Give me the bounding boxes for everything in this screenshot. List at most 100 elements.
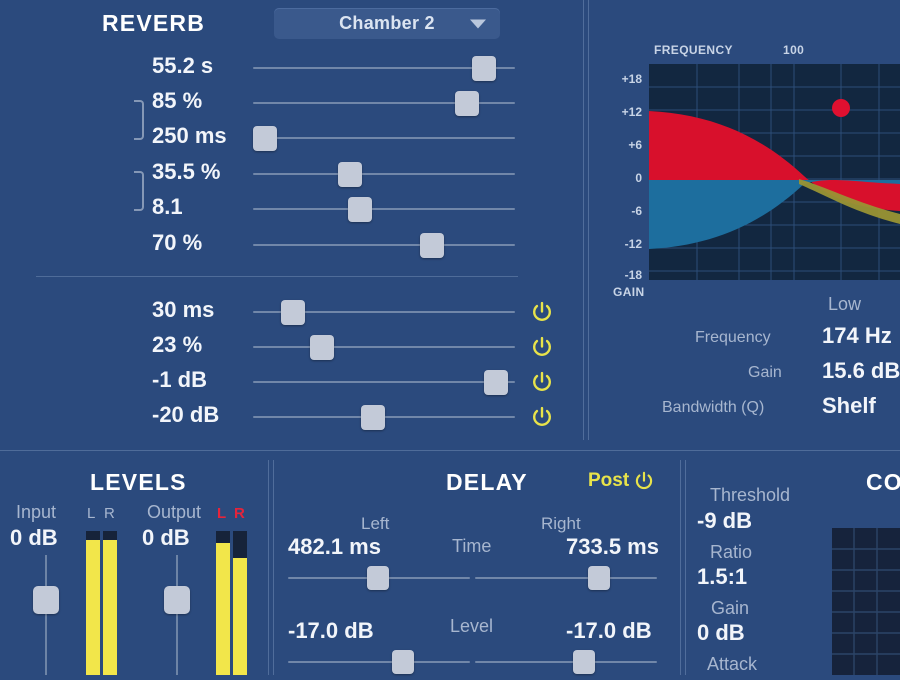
eq-gain-tick: +12	[621, 105, 642, 119]
param-slider-track[interactable]	[253, 137, 515, 139]
output-meter-label-l: L	[217, 505, 227, 522]
main-horizontal-divider	[0, 450, 900, 451]
eq-param-value[interactable]: Shelf	[822, 393, 876, 419]
link-bracket-moddepth-modrate[interactable]	[134, 171, 144, 211]
eq-param-label: Frequency	[695, 329, 771, 346]
param-slider-knob[interactable]	[472, 56, 496, 81]
levels-delay-vertical-divider-2	[273, 460, 274, 675]
param-slider-track[interactable]	[253, 346, 515, 348]
param-slider-knob[interactable]	[348, 197, 372, 222]
comp-value-threshold[interactable]: -9 dB	[697, 508, 752, 534]
param-value: 55.2 s	[152, 53, 214, 78]
delay-time-right-track[interactable]	[475, 577, 657, 579]
delay-level-left-knob[interactable]	[392, 650, 414, 674]
eq-gain-tick: +18	[621, 72, 642, 86]
input-meter-cap-l	[86, 531, 100, 540]
comp-value-gain[interactable]: 0 dB	[697, 620, 745, 646]
input-meter-label-l: L	[87, 505, 96, 522]
reverb-preset-dropdown[interactable]: Chamber 2	[274, 8, 500, 39]
param-value: 250 ms	[152, 123, 227, 148]
input-fader-track[interactable]	[45, 555, 47, 675]
reverb-eq-vertical-divider	[583, 0, 584, 440]
delay-row-label-time: Time	[452, 536, 492, 556]
eq-curve-svg	[649, 64, 900, 280]
power-icon[interactable]	[634, 471, 654, 491]
comp-value-ratio[interactable]: 1.5:1	[697, 564, 747, 590]
delay-level-left-value[interactable]: -17.0 dB	[288, 618, 374, 644]
compressor-graph[interactable]	[832, 528, 900, 675]
eq-frequency-axis-label: FREQUENCY	[654, 43, 733, 57]
eq-gain-tick: -18	[624, 268, 642, 282]
levels-input-value[interactable]: 0 dB	[10, 525, 58, 551]
eq-gain-tick: -6	[631, 204, 642, 218]
param-slider-knob[interactable]	[361, 405, 385, 430]
param-value: -1 dB	[152, 367, 207, 392]
output-meter-l	[216, 543, 230, 675]
param-slider-track[interactable]	[253, 208, 515, 210]
param-value: 70 %	[152, 230, 203, 255]
reverb-param-row: Decay Time 55.2 s	[0, 53, 580, 83]
delay-level-right-knob[interactable]	[573, 650, 595, 674]
param-slider-track[interactable]	[253, 381, 515, 383]
delay-level-right-track[interactable]	[475, 661, 657, 663]
delay-post-toggle[interactable]: Post	[588, 470, 654, 492]
param-slider-knob[interactable]	[338, 162, 362, 187]
param-slider-knob[interactable]	[484, 370, 508, 395]
output-fader-track[interactable]	[176, 555, 178, 675]
reverb-param-row: Glide Rate 250 ms	[0, 123, 580, 153]
param-slider-track[interactable]	[253, 173, 515, 175]
power-icon[interactable]	[531, 336, 553, 358]
param-slider-knob[interactable]	[455, 91, 479, 116]
reverb-param-row: Predelay 30 ms	[0, 297, 580, 327]
eq-gain-tick: -12	[624, 237, 642, 251]
param-value: -20 dB	[152, 402, 220, 427]
param-slider-knob[interactable]	[420, 233, 444, 258]
eq-param-label: Bandwidth (Q)	[662, 399, 765, 416]
output-meter-cap-l	[216, 531, 230, 543]
link-bracket-roomsize-glide[interactable]	[134, 100, 144, 140]
input-meter-cap-r	[103, 531, 117, 540]
param-slider-knob[interactable]	[310, 335, 334, 360]
input-fader-knob[interactable]	[33, 586, 59, 614]
delay-column-right: Right	[541, 514, 581, 533]
compressor-title: CO	[866, 469, 900, 495]
param-slider-knob[interactable]	[281, 300, 305, 325]
delay-time-left-knob[interactable]	[367, 566, 389, 590]
delay-level-left-track[interactable]	[288, 661, 470, 663]
levels-output-value[interactable]: 0 dB	[142, 525, 190, 551]
power-icon[interactable]	[531, 371, 553, 393]
delay-column-left: Left	[361, 514, 390, 533]
delay-time-right-knob[interactable]	[588, 566, 610, 590]
delay-time-left-value[interactable]: 482.1 ms	[288, 534, 381, 560]
comp-label-attack: Attack	[707, 654, 758, 674]
comp-label-ratio: Ratio	[710, 542, 753, 562]
eq-graph[interactable]	[649, 64, 900, 280]
eq-param-value[interactable]: 15.6 dB	[822, 358, 900, 384]
eq-param-label: Gain	[748, 364, 782, 381]
param-slider-knob[interactable]	[253, 126, 277, 151]
delay-post-label: Post	[588, 470, 630, 491]
delay-level-right-value[interactable]: -17.0 dB	[566, 618, 652, 644]
eq-gain-axis-label: GAIN	[613, 285, 645, 299]
input-meter-label-r: R	[104, 505, 115, 522]
eq-band-handle-low[interactable]	[832, 99, 850, 117]
param-slider-track[interactable]	[253, 244, 515, 246]
delay-time-right-value[interactable]: 733.5 ms	[566, 534, 659, 560]
reverb-inner-divider	[36, 276, 518, 277]
reverb-title: REVERB	[102, 10, 206, 36]
reverb-eq-vertical-divider-2	[588, 0, 589, 440]
reverb-preset-label: Chamber 2	[339, 13, 435, 33]
reverb-param-row: Diffusion 23 %	[0, 332, 580, 362]
reverb-param-row: Early Ref Level -1 dB	[0, 367, 580, 397]
output-meter-label-r: R	[234, 505, 245, 522]
power-icon[interactable]	[531, 406, 553, 428]
delay-comp-vertical-divider	[680, 460, 681, 675]
output-fader-knob[interactable]	[164, 586, 190, 614]
comp-label-threshold: Threshold	[710, 485, 791, 505]
param-value: 30 ms	[152, 297, 215, 322]
levels-delay-vertical-divider	[268, 460, 269, 675]
power-icon[interactable]	[531, 301, 553, 323]
reverb-param-row: Mod Rate 8.1	[0, 194, 580, 224]
eq-param-value[interactable]: 174 Hz	[822, 323, 892, 349]
eq-frequency-tick-100: 100	[783, 43, 805, 57]
